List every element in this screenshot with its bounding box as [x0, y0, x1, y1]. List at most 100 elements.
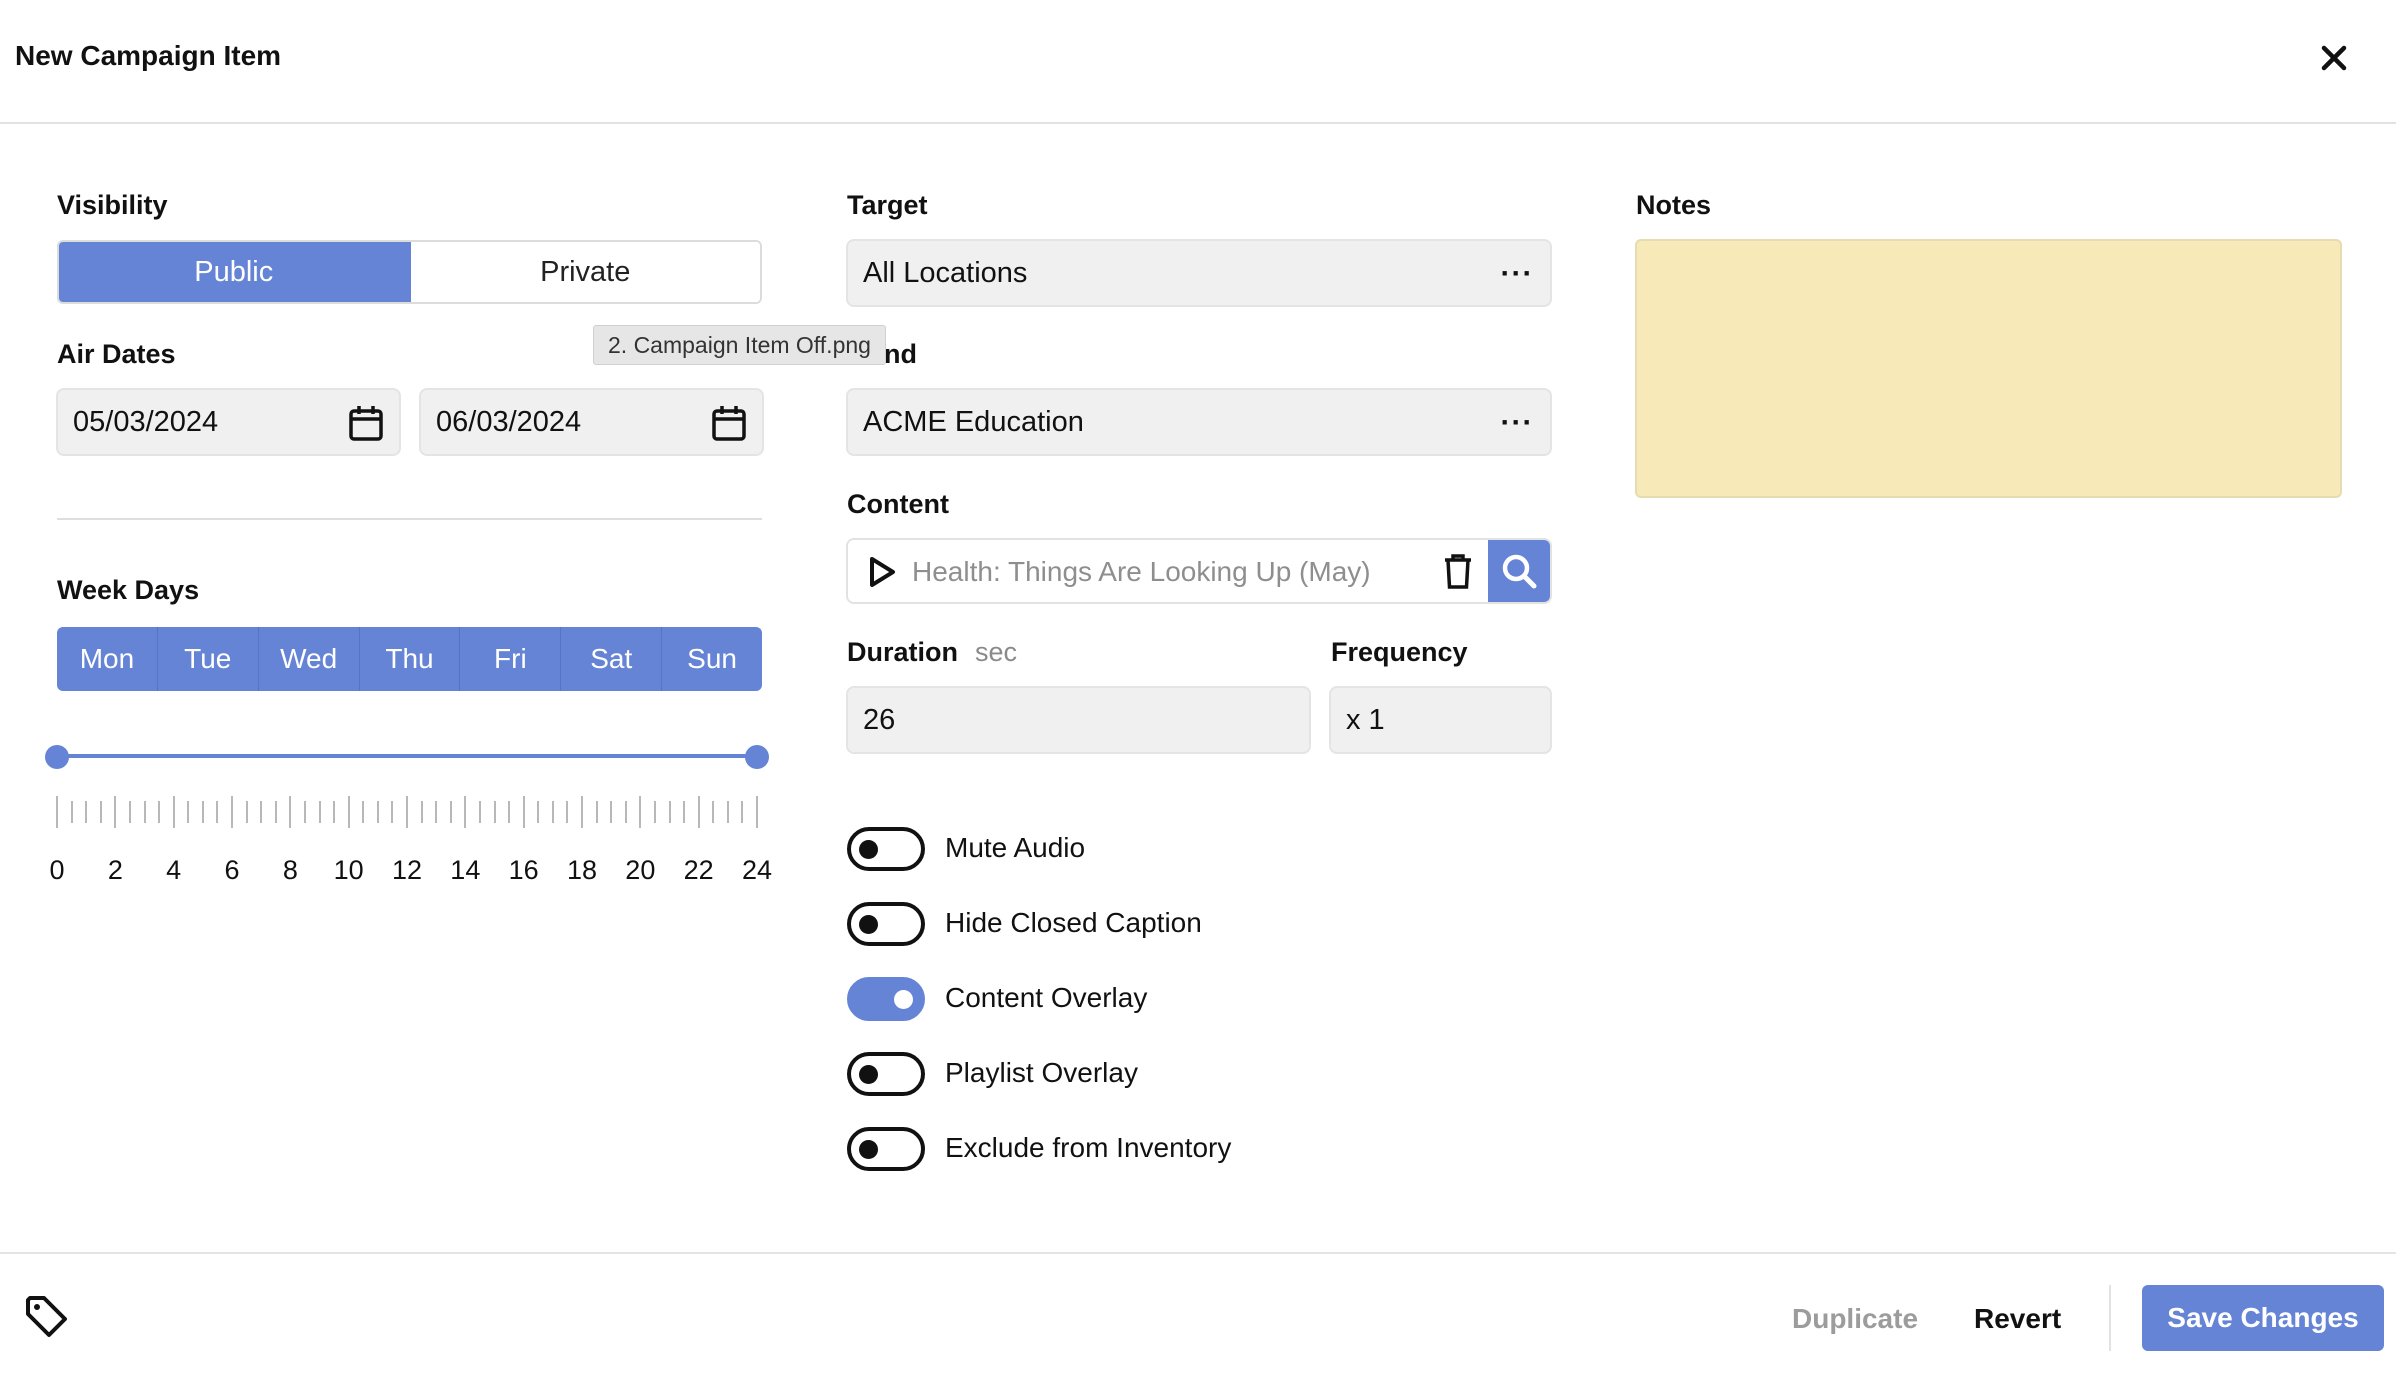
close-icon[interactable]	[2318, 42, 2350, 74]
toggle-switch[interactable]	[847, 1052, 925, 1096]
dialog-header	[0, 0, 2396, 124]
visibility-label: Visibility	[57, 190, 168, 220]
frequency-label: Frequency	[1331, 637, 1468, 667]
day-sun[interactable]: Sun	[662, 627, 762, 691]
hour-tick	[333, 801, 336, 823]
filename-tooltip: 2. Campaign Item Off.png	[593, 325, 886, 365]
day-sat[interactable]: Sat	[561, 627, 663, 691]
toggle-knob	[859, 1140, 878, 1159]
air-dates-label: Air Dates	[57, 339, 176, 369]
save-changes-button[interactable]: Save Changes	[2142, 1285, 2384, 1351]
day-thu[interactable]: Thu	[360, 627, 461, 691]
toggle-label: Exclude from Inventory	[945, 1132, 1232, 1163]
toggle-label: Playlist Overlay	[945, 1057, 1138, 1088]
day-fri[interactable]: Fri	[460, 627, 562, 691]
hour-tick	[683, 801, 686, 823]
hour-tick	[347, 796, 350, 828]
toggle-knob	[859, 1065, 878, 1084]
duplicate-button[interactable]: Duplicate	[1792, 1303, 1918, 1335]
hour-tick	[508, 801, 511, 823]
toggle-switch[interactable]	[847, 977, 925, 1021]
toggle-switch[interactable]	[847, 902, 925, 946]
brand-field[interactable]: ACME Education ···	[846, 388, 1552, 456]
content-field[interactable]: Health: Things Are Looking Up (May)	[846, 538, 1552, 604]
play-icon[interactable]	[866, 555, 898, 594]
hour-tick	[99, 801, 102, 823]
hour-tick	[595, 801, 598, 823]
end-date-field[interactable]: 06/03/2024	[419, 388, 764, 456]
content-label: Content	[847, 489, 949, 519]
week-days-selector: Mon Tue Wed Thu Fri Sat Sun	[57, 627, 762, 691]
hour-tick	[668, 801, 671, 823]
toggle-label: Content Overlay	[945, 982, 1148, 1013]
calendar-icon[interactable]	[710, 404, 748, 442]
hour-tick	[551, 801, 554, 823]
hour-tick	[260, 801, 263, 823]
hour-tick	[726, 801, 729, 823]
hour-tick-label: 20	[625, 855, 656, 885]
toggle-label: Hide Closed Caption	[945, 907, 1202, 938]
duration-label: Duration	[847, 637, 958, 667]
hour-tick	[537, 801, 540, 823]
duration-value: 26	[863, 703, 896, 736]
hour-tick-label: 0	[49, 855, 65, 885]
hour-tick-label: 24	[741, 855, 773, 885]
more-options-icon[interactable]: ···	[1498, 255, 1536, 293]
hour-tick	[610, 801, 613, 823]
hour-tick	[114, 796, 117, 828]
duration-field[interactable]: 26	[846, 686, 1311, 754]
hour-range-end-handle[interactable]	[745, 745, 769, 769]
hour-tick	[303, 801, 306, 823]
notes-textarea[interactable]	[1635, 239, 2342, 498]
toggle-label: Mute Audio	[945, 832, 1086, 863]
hour-tick	[158, 801, 161, 823]
hour-tick	[201, 801, 204, 823]
hour-tick	[85, 801, 88, 823]
hour-tick	[172, 796, 175, 828]
start-date-field[interactable]: 05/03/2024	[56, 388, 401, 456]
hour-tick-label: 18	[566, 855, 598, 885]
hour-tick	[231, 796, 233, 828]
target-field[interactable]: All Locations ···	[846, 239, 1552, 307]
trash-icon[interactable]	[1442, 552, 1474, 595]
hour-tick	[128, 801, 131, 823]
day-mon[interactable]: Mon	[57, 627, 158, 691]
hour-tick	[449, 801, 452, 823]
hour-tick	[435, 801, 438, 823]
visibility-public-option[interactable]: Public	[59, 242, 411, 302]
toggle-knob	[859, 915, 878, 934]
toggle-knob	[894, 990, 913, 1009]
toggle-switch[interactable]	[847, 827, 925, 871]
hour-tick	[624, 801, 627, 823]
hour-range-start-handle[interactable]	[45, 745, 69, 769]
hour-tick-label: 12	[391, 855, 423, 885]
search-button[interactable]	[1488, 540, 1550, 602]
hour-range-track[interactable]	[57, 754, 757, 758]
toggle-switch[interactable]	[847, 1127, 925, 1171]
hour-tick	[464, 796, 467, 828]
calendar-icon[interactable]	[347, 404, 385, 442]
hour-tick	[70, 801, 73, 823]
revert-button[interactable]: Revert	[1974, 1303, 2061, 1335]
frequency-field[interactable]: x 1	[1329, 686, 1552, 754]
tag-icon[interactable]	[24, 1294, 70, 1340]
hour-tick	[712, 801, 715, 823]
hour-tick	[493, 801, 496, 823]
day-wed[interactable]: Wed	[259, 627, 360, 691]
hour-tick	[478, 801, 481, 823]
hour-tick	[143, 801, 146, 823]
notes-label: Notes	[1636, 190, 1712, 220]
hour-tick	[522, 796, 525, 828]
more-options-icon[interactable]: ···	[1498, 404, 1536, 442]
brand-label: nd	[884, 339, 917, 369]
hour-tick-label: 8	[282, 855, 298, 885]
hour-tick	[406, 796, 408, 828]
hour-tick-label: 4	[166, 855, 182, 885]
target-value: All Locations	[863, 256, 1028, 289]
footer-divider	[2109, 1285, 2111, 1351]
visibility-private-option[interactable]: Private	[410, 242, 760, 302]
hour-tick-label: 16	[508, 855, 539, 885]
hour-tick	[216, 801, 219, 823]
day-tue[interactable]: Tue	[158, 627, 259, 691]
hour-tick	[187, 801, 190, 823]
